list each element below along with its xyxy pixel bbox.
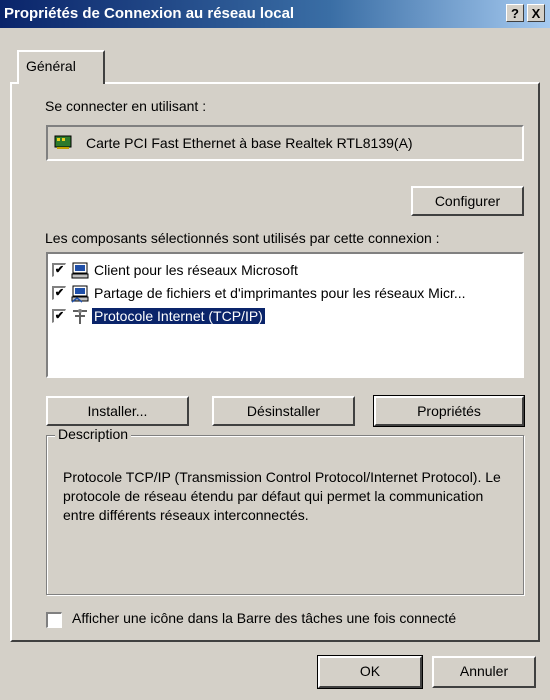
title-bar: Propriétés de Connexion au réseau local … (0, 0, 550, 28)
properties-button[interactable]: Propriétés (373, 395, 525, 427)
ok-button[interactable]: OK (317, 655, 423, 689)
list-item-label: Protocole Internet (TCP/IP) (91, 307, 266, 325)
help-button[interactable]: ? (506, 4, 524, 22)
description-legend: Description (55, 426, 132, 442)
description-text: Protocole TCP/IP (Transmission Control P… (63, 469, 501, 523)
close-button[interactable]: X (527, 4, 545, 22)
configure-button-label: Configurer (434, 193, 501, 209)
network-adapter-icon (54, 135, 72, 149)
list-item-label: Client pour les réseaux Microsoft (94, 262, 298, 278)
tab-general[interactable]: Général (17, 50, 105, 84)
connect-using-label: Se connecter en utilisant : (45, 98, 207, 114)
window-title: Propriétés de Connexion au réseau local (4, 5, 295, 22)
taskbar-icon-checkbox[interactable] (46, 612, 62, 628)
component-checkbox-tcpip[interactable]: ✔ (52, 309, 66, 323)
list-item-label: Partage de fichiers et d'imprimantes pou… (94, 285, 466, 301)
configure-button[interactable]: Configurer (411, 186, 524, 216)
components-label: Les composants sélectionnés sont utilisé… (45, 230, 440, 246)
protocol-icon (73, 309, 87, 324)
cancel-button-label: Annuler (459, 663, 509, 679)
adapter-field: Carte PCI Fast Ethernet à base Realtek R… (46, 125, 524, 161)
cancel-button[interactable]: Annuler (432, 656, 536, 688)
install-button-label: Installer... (87, 403, 148, 419)
components-list[interactable]: ✔ Client pour les réseaux Microsoft ✔ Pa… (46, 252, 524, 378)
ok-button-label: OK (359, 663, 381, 679)
adapter-name: Carte PCI Fast Ethernet à base Realtek R… (86, 135, 413, 151)
component-checkbox-client[interactable]: ✔ (52, 263, 66, 277)
component-checkbox-sharing[interactable]: ✔ (52, 286, 66, 300)
tab-general-label: Général (26, 58, 76, 74)
taskbar-icon-label: Afficher une icône dans la Barre des tâc… (72, 610, 457, 626)
uninstall-button-label: Désinstaller (246, 403, 321, 419)
description-group: Description Protocole TCP/IP (Transmissi… (46, 426, 524, 595)
install-button[interactable]: Installer... (46, 396, 189, 426)
network-client-icon (71, 262, 89, 279)
file-printer-sharing-icon (71, 285, 89, 303)
properties-button-label: Propriétés (417, 403, 481, 419)
uninstall-button[interactable]: Désinstaller (212, 396, 355, 426)
